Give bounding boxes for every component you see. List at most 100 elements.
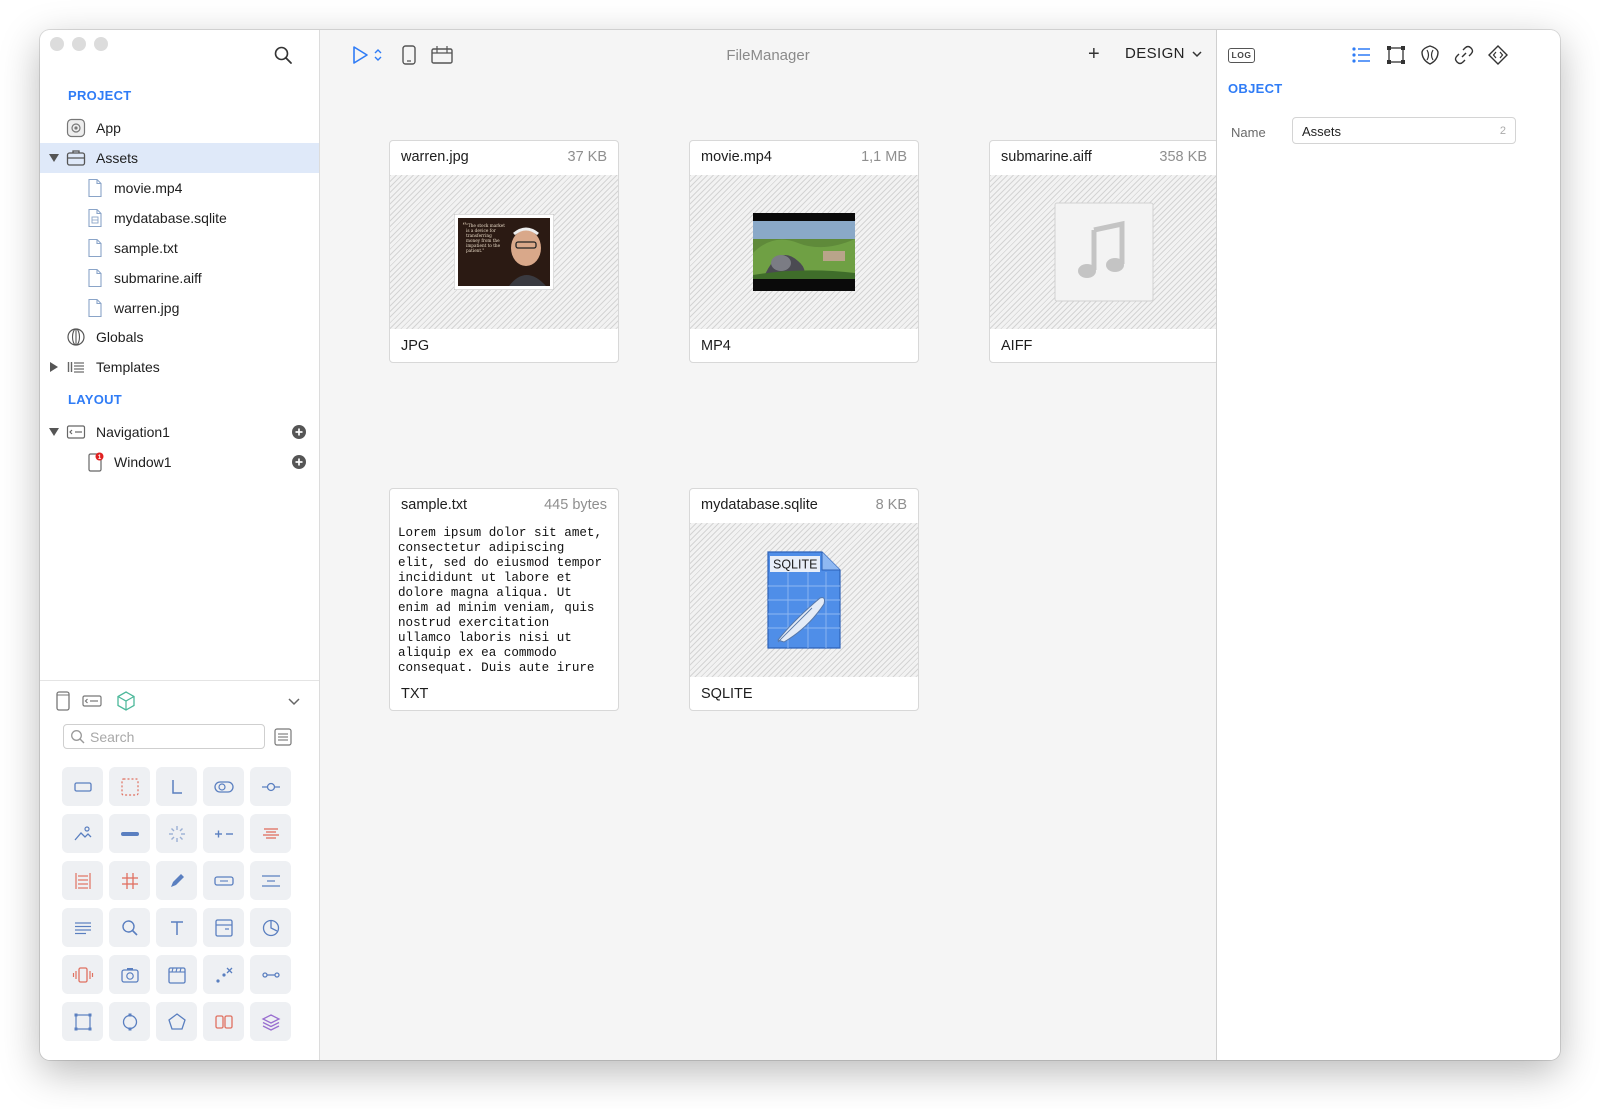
slider-icon — [261, 782, 280, 791]
search-icon[interactable] — [273, 45, 293, 65]
component-button[interactable] — [203, 861, 244, 900]
tree-item-app[interactable]: App — [40, 113, 319, 143]
database-file-icon — [88, 208, 102, 228]
sqlite-file-label: SQLITE — [773, 558, 817, 572]
close-window-button[interactable] — [50, 37, 64, 51]
disclosure-down-icon[interactable] — [49, 153, 59, 163]
tree-item-movie-mp4[interactable]: movie.mp4 — [40, 173, 319, 203]
component-link[interactable] — [250, 955, 291, 994]
component-transform[interactable] — [203, 955, 244, 994]
device-tab-icon[interactable] — [52, 690, 74, 712]
link-icon[interactable] — [1453, 44, 1475, 66]
component-layers[interactable] — [250, 1002, 291, 1041]
add-circle-icon[interactable] — [291, 454, 307, 470]
palette-search-field[interactable] — [63, 724, 265, 749]
asset-type: AIFF — [1001, 338, 1033, 354]
mode-label: DESIGN — [1125, 45, 1185, 62]
tree-item-submarine-aiff[interactable]: submarine.aiff — [40, 263, 319, 293]
asset-type: SQLITE — [701, 686, 753, 702]
tree-item-window1[interactable]: 1 Window1 — [40, 447, 319, 477]
component-label[interactable] — [156, 767, 197, 806]
minimize-window-button[interactable] — [72, 37, 86, 51]
globe-icon — [67, 328, 85, 346]
component-circle[interactable] — [109, 1002, 150, 1041]
component-chart[interactable] — [250, 908, 291, 947]
vibrate-icon — [72, 966, 93, 983]
tree-item-warren-jpg[interactable]: warren.jpg — [40, 293, 319, 323]
tree-item-assets[interactable]: Assets — [40, 143, 319, 173]
component-frame[interactable] — [62, 1002, 103, 1041]
video-icon — [167, 966, 186, 984]
navigation-tab-icon[interactable] — [81, 690, 103, 712]
button-icon — [213, 875, 234, 886]
chevron-down-icon[interactable] — [283, 690, 305, 712]
disclosure-right-icon[interactable] — [49, 362, 59, 372]
component-camera[interactable] — [109, 955, 150, 994]
properties-list-icon[interactable] — [1350, 44, 1372, 66]
component-image[interactable] — [62, 814, 103, 853]
asset-name: warren.jpg — [401, 149, 469, 165]
tree-item-label: sample.txt — [114, 240, 178, 256]
component-vibrate[interactable] — [62, 955, 103, 994]
component-divider[interactable] — [250, 861, 291, 900]
component-selection[interactable] — [109, 767, 150, 806]
asset-card-movie-mp4[interactable]: movie.mp4 1,1 MB MP4 — [689, 140, 919, 363]
palette-search-input[interactable] — [90, 727, 260, 746]
tree-item-templates[interactable]: Templates — [40, 352, 319, 382]
tree-item-navigation1[interactable]: Navigation1 — [40, 417, 319, 447]
asset-card-warren-jpg[interactable]: warren.jpg 37 KB “ "The stock market is … — [389, 140, 619, 363]
frame-icon[interactable] — [1385, 44, 1407, 66]
add-circle-icon[interactable] — [291, 424, 307, 440]
asset-preview — [990, 175, 1218, 329]
component-table[interactable] — [62, 861, 103, 900]
tree-item-label: mydatabase.sqlite — [114, 210, 227, 226]
component-type[interactable] — [156, 908, 197, 947]
component-slider[interactable] — [250, 767, 291, 806]
tree-item-label: Globals — [96, 329, 144, 345]
tree-item-mydatabase-sqlite[interactable]: mydatabase.sqlite — [40, 203, 319, 233]
search-icon — [71, 730, 85, 744]
component-stepper[interactable] — [203, 814, 244, 853]
mode-selector[interactable]: DESIGN — [1125, 45, 1203, 62]
component-align[interactable] — [250, 814, 291, 853]
log-button[interactable]: LOG — [1228, 48, 1255, 63]
tree-item-sample-txt[interactable]: sample.txt — [40, 233, 319, 263]
asset-type: JPG — [401, 338, 430, 354]
disclosure-down-icon[interactable] — [49, 427, 59, 437]
sqlite-file-icon: SQLITE — [767, 551, 841, 649]
component-view[interactable] — [62, 767, 103, 806]
component-toggle[interactable] — [203, 767, 244, 806]
shield-icon[interactable] — [1419, 44, 1441, 66]
object-section-title: OBJECT — [1228, 81, 1283, 96]
asset-name: movie.mp4 — [701, 149, 772, 165]
component-text[interactable] — [62, 908, 103, 947]
name-field[interactable]: Assets 2 — [1292, 117, 1516, 144]
component-panel[interactable] — [203, 908, 244, 947]
asset-card-submarine-aiff[interactable]: submarine.aiff 358 KB AIFF — [989, 140, 1219, 363]
component-shape[interactable] — [156, 1002, 197, 1041]
component-pen[interactable] — [156, 861, 197, 900]
transform-icon — [215, 967, 232, 983]
pen-icon — [170, 873, 184, 887]
zoom-window-button[interactable] — [94, 37, 108, 51]
add-button[interactable]: + — [1088, 43, 1100, 65]
component-split[interactable] — [203, 1002, 244, 1041]
spinner-icon — [168, 825, 185, 842]
split-icon — [214, 1014, 233, 1029]
cube-tab-icon[interactable] — [115, 690, 137, 712]
component-video[interactable] — [156, 955, 197, 994]
templates-icon — [67, 362, 84, 373]
asset-card-mydatabase-sqlite[interactable]: mydatabase.sqlite 8 KB SQLITE SQLITE — [689, 488, 919, 711]
component-grid[interactable] — [109, 861, 150, 900]
asset-size: 8 KB — [875, 497, 907, 513]
component-progress[interactable] — [109, 814, 150, 853]
asset-name: submarine.aiff — [1001, 149, 1092, 165]
code-icon[interactable] — [1487, 44, 1509, 66]
component-search[interactable] — [109, 908, 150, 947]
asset-card-sample-txt[interactable]: sample.txt 445 bytes Lorem ipsum dolor s… — [389, 488, 619, 711]
component-spinner[interactable] — [156, 814, 197, 853]
tree-item-globals[interactable]: Globals — [40, 322, 319, 352]
card-header: sample.txt 445 bytes — [390, 489, 618, 523]
asset-preview: SQLITE — [690, 523, 918, 677]
list-view-icon[interactable] — [273, 727, 293, 747]
